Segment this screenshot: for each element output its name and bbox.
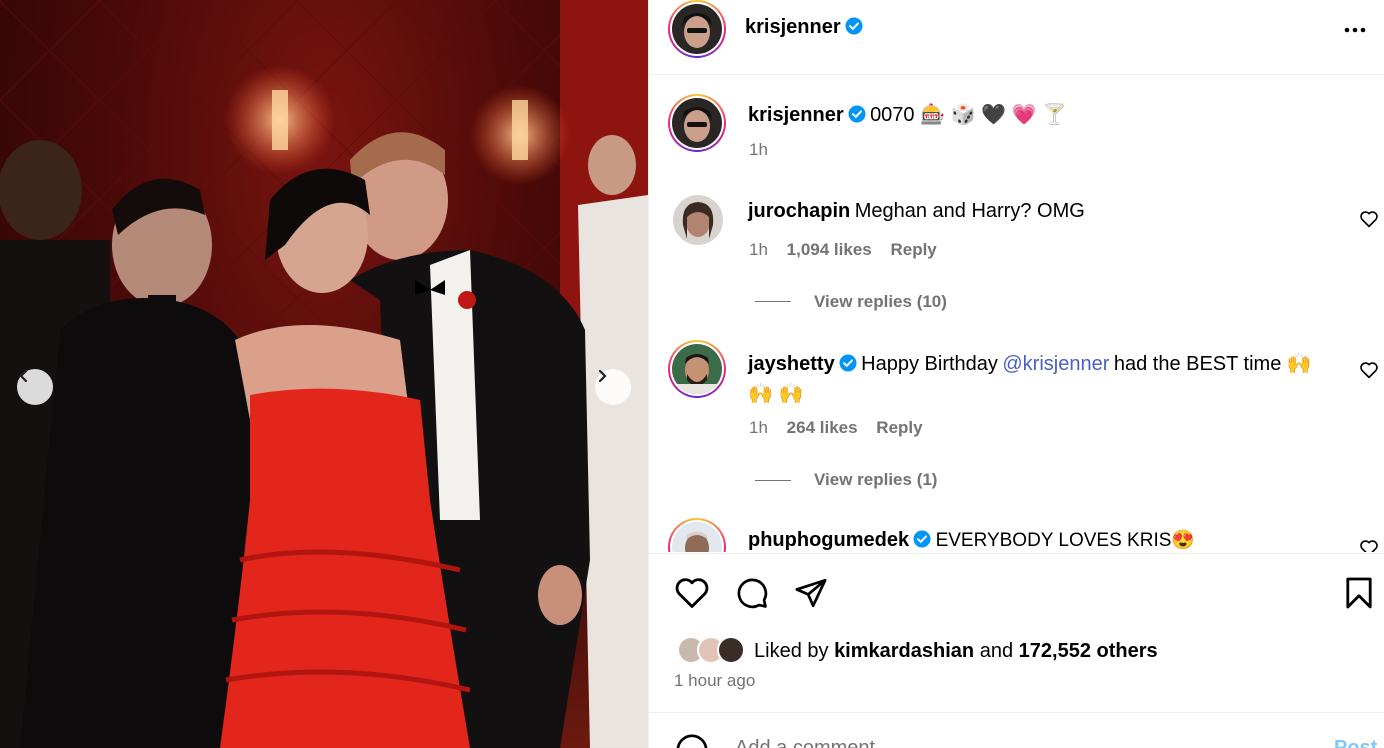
instagram-post-view: krisjenner krisjenner 0070 🎰 🎲 🖤 💗 🍸 1h bbox=[0, 0, 1384, 748]
liked-by-and: and bbox=[979, 640, 1014, 662]
avatar-image bbox=[672, 4, 722, 54]
verified-badge-icon bbox=[845, 17, 863, 35]
previous-image-button[interactable] bbox=[17, 369, 53, 405]
post-actions: Liked by kimkardashian and 172,552 other… bbox=[649, 553, 1384, 713]
comment-username[interactable]: jurochapin bbox=[748, 200, 850, 222]
caption-username[interactable]: krisjenner bbox=[748, 104, 844, 126]
comment-like-heart-icon[interactable] bbox=[1359, 210, 1379, 228]
commenter-avatar[interactable] bbox=[673, 195, 723, 245]
comment-username[interactable]: jayshetty bbox=[748, 353, 835, 375]
comments-list[interactable]: krisjenner 0070 🎰 🎲 🖤 💗 🍸 1h jurochapin … bbox=[649, 76, 1384, 552]
add-comment-bar: Add a comment… Post bbox=[649, 712, 1384, 748]
replies-divider bbox=[755, 301, 791, 302]
view-replies-button[interactable]: View replies (10) bbox=[814, 292, 947, 312]
comment-row: jurochapin Meghan and Harry? OMG bbox=[748, 200, 1085, 223]
liked-by-user-link[interactable]: kimkardashian bbox=[834, 640, 974, 662]
reply-button[interactable]: Reply bbox=[890, 240, 936, 259]
avatar-image bbox=[672, 344, 722, 394]
comment-row: jayshetty Happy Birthday @krisjenner had… bbox=[748, 350, 1338, 410]
next-image-button[interactable] bbox=[595, 369, 631, 405]
comment-time: 1h bbox=[749, 418, 768, 437]
comment-text-continued: had the BEST time 🙌 bbox=[1113, 353, 1312, 375]
commenter-avatar[interactable] bbox=[668, 340, 726, 398]
liked-by-count-link[interactable]: 172,552 others bbox=[1019, 640, 1158, 662]
comment-likes[interactable]: 264 likes bbox=[787, 418, 858, 437]
verified-badge-icon bbox=[848, 105, 866, 123]
liked-by-avatars[interactable] bbox=[673, 634, 753, 666]
caption-time: 1h bbox=[749, 140, 768, 159]
caption-text-row: krisjenner 0070 🎰 🎲 🖤 💗 🍸 bbox=[748, 102, 1067, 127]
caption-author-avatar[interactable] bbox=[668, 94, 726, 152]
liked-by-prefix: Liked by bbox=[754, 640, 829, 662]
avatar-image bbox=[672, 522, 722, 552]
post-comment-button[interactable]: Post bbox=[1334, 737, 1377, 748]
post-photo[interactable] bbox=[0, 0, 648, 748]
verified-badge-icon bbox=[913, 530, 931, 548]
comment-meta: 1h 264 likes Reply bbox=[749, 418, 923, 438]
post-header: krisjenner bbox=[649, 0, 1384, 75]
comment-time: 1h bbox=[749, 240, 768, 259]
comment-likes[interactable]: 1,094 likes bbox=[787, 240, 872, 259]
reply-button[interactable]: Reply bbox=[876, 418, 922, 437]
comment-bubble-icon[interactable] bbox=[735, 576, 769, 610]
save-bookmark-icon[interactable] bbox=[1345, 576, 1373, 610]
comment-meta: 1h 1,094 likes Reply bbox=[749, 240, 937, 260]
more-options-button[interactable] bbox=[1343, 20, 1371, 40]
like-heart-icon[interactable] bbox=[674, 576, 710, 610]
comment-text: Happy Birthday bbox=[861, 353, 998, 375]
verified-badge-icon bbox=[839, 354, 857, 372]
comment-username[interactable]: phuphogumedek bbox=[748, 529, 909, 551]
post-time-ago[interactable]: 1 hour ago bbox=[674, 671, 755, 691]
add-comment-input[interactable]: Add a comment… bbox=[735, 737, 895, 748]
author-avatar[interactable] bbox=[668, 0, 726, 58]
share-send-icon[interactable] bbox=[794, 576, 828, 610]
post-details-panel: krisjenner krisjenner 0070 🎰 🎲 🖤 💗 🍸 1h bbox=[648, 0, 1384, 748]
liker-avatar bbox=[717, 636, 745, 664]
photo-illustration bbox=[0, 0, 648, 748]
author-username[interactable]: krisjenner bbox=[745, 16, 841, 38]
author-name-row: krisjenner bbox=[745, 16, 863, 39]
emoji-icon[interactable] bbox=[675, 733, 709, 748]
caption-text: 0070 🎰 🎲 🖤 💗 🍸 bbox=[870, 104, 1067, 126]
comment-like-heart-icon[interactable] bbox=[1359, 539, 1379, 552]
replies-divider bbox=[755, 480, 791, 481]
chevron-left-icon bbox=[19, 369, 28, 383]
chevron-right-icon bbox=[598, 369, 607, 383]
comment-row: phuphogumedek EVERYBODY LOVES KRIS😍 bbox=[748, 528, 1195, 552]
mention-link[interactable]: @krisjenner bbox=[1002, 353, 1109, 375]
more-horizontal-icon bbox=[1344, 27, 1366, 33]
view-replies-button[interactable]: View replies (1) bbox=[814, 470, 937, 490]
comment-text: EVERYBODY LOVES KRIS😍 bbox=[935, 530, 1196, 551]
avatar-image bbox=[672, 98, 722, 148]
comment-like-heart-icon[interactable] bbox=[1359, 361, 1379, 379]
comment-text: Meghan and Harry? OMG bbox=[854, 200, 1085, 222]
liked-by-text: Liked by kimkardashian and 172,552 other… bbox=[754, 640, 1158, 663]
comment-text-line2: 🙌 🙌 bbox=[748, 383, 804, 405]
commenter-avatar[interactable] bbox=[668, 518, 726, 552]
avatar-image bbox=[673, 195, 723, 245]
